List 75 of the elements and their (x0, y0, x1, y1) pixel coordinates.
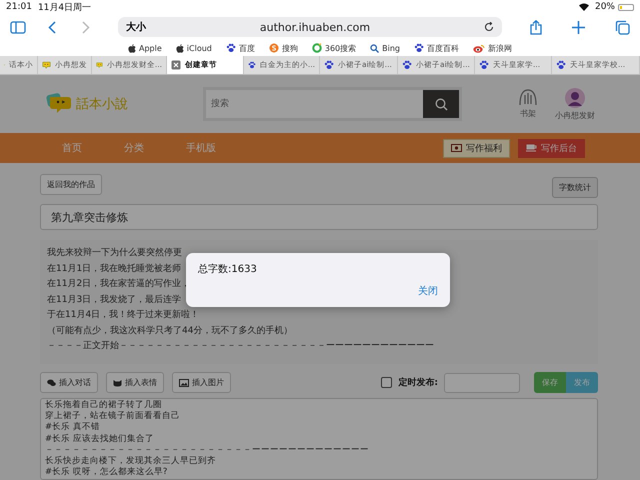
search-button[interactable] (423, 90, 459, 118)
favorite-link[interactable]: 搜狗 (268, 42, 298, 54)
bookshelf-label[interactable]: 书架 (520, 108, 536, 118)
paw-icon (556, 60, 566, 70)
paw-icon (226, 43, 236, 53)
favorite-link[interactable]: 新浪网 (473, 42, 512, 54)
back-icon[interactable] (48, 20, 56, 34)
preface-line: 在11月3日，我发烧了，最后连学 (47, 294, 182, 306)
sogou-icon (268, 43, 279, 53)
user-name[interactable]: 小冉想发财 (555, 110, 595, 120)
logo-text: 話本小說 (76, 96, 128, 113)
favorite-link[interactable]: Bing (370, 44, 400, 52)
search-field[interactable]: 搜索 (203, 87, 462, 121)
word-count-button[interactable]: 字数统计 (552, 177, 598, 198)
wifi-icon (578, 3, 589, 11)
tabs-icon[interactable] (615, 20, 630, 34)
chat-icon (47, 378, 56, 386)
schedule-label: 定时发布: (398, 376, 438, 389)
schedule-checkbox[interactable] (381, 377, 392, 388)
battery-icon (618, 4, 634, 10)
editor-line: #长乐 真不错 (45, 422, 101, 434)
avatar[interactable] (565, 88, 585, 108)
alert-message: 总字数:1633 (198, 262, 258, 276)
preface-line: （可能有点少，我这次科学只考了44分，玩不了多久的手机） (47, 324, 292, 338)
status-time: 21:01 (6, 2, 32, 12)
editor-line: 长乐快步走向楼下，发现其余三人早已到齐 (45, 456, 217, 467)
cup-icon (526, 144, 537, 152)
bookshelf-icon[interactable] (519, 88, 537, 106)
editor-box[interactable]: 长乐拖着自己的裙子转了几圈 穿上裙子，站在镜子前面看看自己 #长乐 真不错 #长乐 应该去找她们集合了 －－－－－－－－－－－－－－－－－－－－－－－ーーーーーーーーーーーーー 长乐快步走向楼下，发现其余三人早已到齐 #长乐 哎呀，怎么都来这么早? (40, 398, 598, 480)
paw-icon (248, 60, 256, 70)
share-icon[interactable] (530, 20, 542, 34)
status-date: 11月4日周一 (38, 2, 92, 14)
address-bar[interactable]: 大小 author.ihuaben.com (118, 17, 502, 37)
search-icon (434, 98, 448, 110)
reload-icon[interactable] (484, 22, 494, 32)
preface-line: 我先来狡辩一下为什么要突然停更 (47, 246, 182, 260)
insert-button[interactable]: 插入图片 (172, 372, 231, 393)
favorite-link[interactable]: 360搜索 (312, 42, 356, 54)
money-icon (451, 144, 462, 152)
battery-percent: 20% (594, 2, 615, 12)
close-button[interactable]: 关闭 (418, 284, 438, 298)
ring-icon (312, 43, 322, 53)
image-icon (179, 378, 189, 386)
paw-icon (479, 60, 489, 70)
preface-line: 于在11月4日，我！终于过来更新啦！ (47, 308, 200, 322)
nav-button[interactable]: 写作福利 (443, 138, 510, 158)
apple-icon (128, 44, 136, 52)
paw-icon (414, 43, 424, 53)
favorite-link[interactable]: iCloud (176, 44, 212, 52)
paw-icon (324, 60, 334, 70)
insert-button[interactable]: 插入表情 (106, 372, 164, 393)
schedule-time-field[interactable] (444, 372, 520, 392)
editor-line: －－－－－－－－－－－－－－－－－－－－－－－ーーーーーーーーーーーーー (45, 444, 370, 456)
editor-line: 穿上裙子，站在镜子前面看看自己 (45, 411, 181, 422)
plus-icon[interactable] (572, 20, 585, 34)
favorite-link[interactable]: 百度百科 (414, 42, 459, 54)
preface-line: 在11月2日，我在家苦逼的写作业， (47, 278, 190, 291)
favorite-link[interactable]: 百度 (226, 42, 255, 54)
favorite-link[interactable]: Apple (128, 44, 162, 52)
nav-button[interactable]: 写作后台 (518, 138, 585, 158)
paw-icon (402, 60, 412, 70)
insert-button[interactable]: 插入对话 (40, 372, 98, 393)
editor-line: 长乐拖着自己的裙子转了几圈 (45, 400, 163, 411)
back-button[interactable]: 返回我的作品 (40, 174, 102, 195)
editor-line: #长乐 哎呀，怎么都来这么早? (45, 467, 168, 478)
title-field[interactable]: 第九章突击修炼 (40, 204, 598, 230)
cat-face-icon (113, 378, 122, 386)
close-icon[interactable] (171, 60, 181, 70)
preface-line: －－－－正文开始－－－－－－－－－－－－－－－－－－－－－－－ーーーーーーーーーーーー (47, 340, 434, 353)
preface-line: 在11月1日，我在晚托睡觉被老师 (47, 262, 182, 276)
eye-icon (473, 44, 485, 52)
search-icon (370, 44, 380, 52)
sidebar-icon[interactable] (10, 20, 26, 34)
editor-line: #长乐 应该去找她们集合了 (45, 434, 155, 445)
apple-icon (176, 44, 184, 52)
